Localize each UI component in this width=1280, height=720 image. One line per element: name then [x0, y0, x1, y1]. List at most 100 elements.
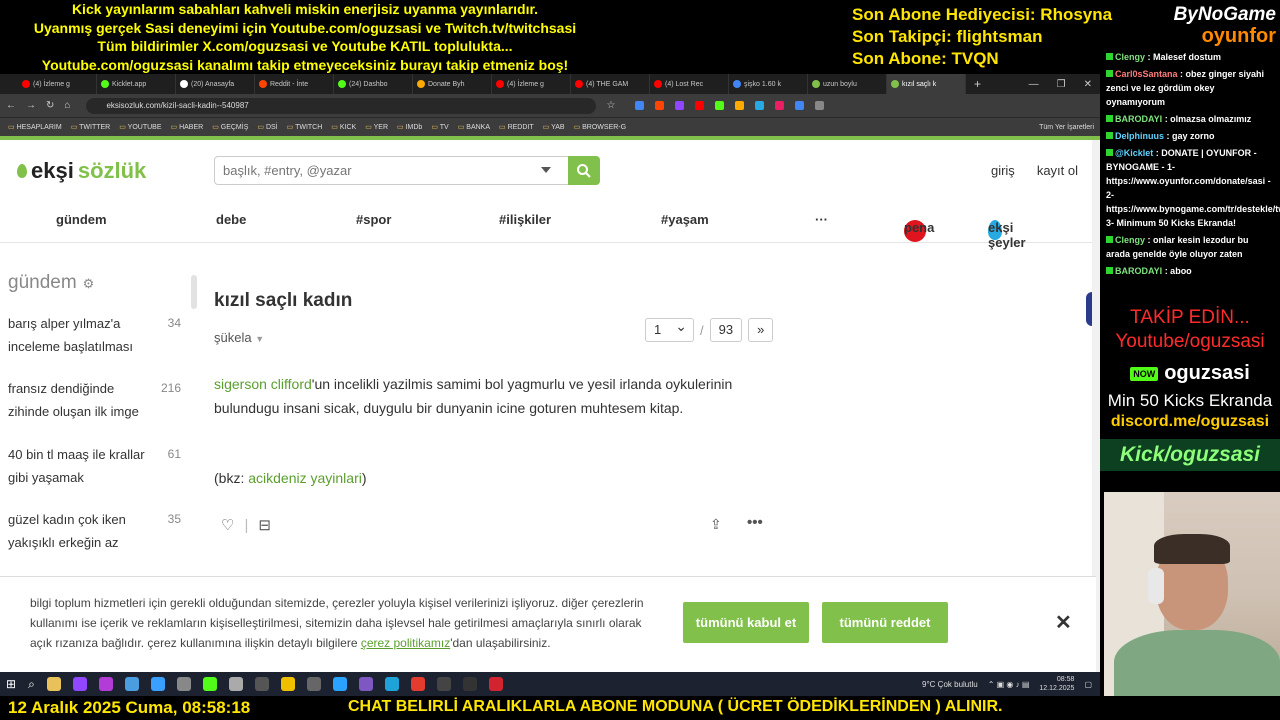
extension-icon[interactable] — [735, 101, 745, 110]
weather[interactable]: 9°C Çok bulutlu — [922, 680, 978, 689]
browser-tab[interactable]: şişko 1.60 k — [729, 74, 808, 94]
search-button[interactable] — [568, 156, 600, 185]
tray-icons[interactable]: ⌃ ▣ ◉ ♪ ▤ — [988, 680, 1030, 689]
sidebar-topic[interactable]: güzel kadın çok iken yakışıklı erkeğin a… — [8, 508, 193, 554]
maximize-icon[interactable]: ❐ — [1057, 79, 1066, 90]
app-icon[interactable] — [462, 677, 477, 691]
nav-debe[interactable]: debe — [216, 212, 246, 227]
extension-icon[interactable] — [695, 101, 705, 110]
sort-dropdown[interactable]: şükela ▼ — [214, 330, 264, 345]
extension-icon[interactable] — [775, 101, 785, 110]
bookmark-folder[interactable]: DSİ — [257, 123, 278, 131]
back-icon[interactable]: ← — [6, 100, 16, 111]
reject-all-button[interactable]: tümünü reddet — [822, 602, 948, 643]
extension-icon[interactable] — [675, 101, 685, 110]
app-icon[interactable] — [150, 677, 165, 691]
browser-tab[interactable]: Donate Byh — [413, 74, 492, 94]
bookmark-folder[interactable]: YER — [365, 123, 388, 131]
camera-icon[interactable] — [228, 677, 243, 691]
chrome-icon[interactable] — [410, 677, 425, 691]
sidebar-topic[interactable]: fransız dendiğinde zihinde oluşan ilk im… — [8, 377, 193, 423]
app-icon[interactable] — [254, 677, 269, 691]
bookmark-folder[interactable]: KICK — [331, 123, 356, 131]
extension-icon[interactable] — [655, 101, 665, 110]
sidebar-topic[interactable]: 40 bin tl maaş ile krallar gibi yaşamak … — [8, 443, 193, 489]
bookmark-folder[interactable]: HESAPLARIM — [8, 123, 62, 131]
share-icon[interactable]: ⇪ — [710, 516, 722, 533]
start-icon[interactable]: ⊞ — [6, 677, 16, 691]
browser-tab-active[interactable]: kızıl saçlı k — [887, 74, 966, 94]
app-icon[interactable] — [280, 677, 295, 691]
home-icon[interactable]: ⌂ — [64, 100, 70, 111]
nav-gundem[interactable]: gündem — [56, 212, 107, 227]
nav-yasam[interactable]: #yaşam — [661, 212, 709, 227]
close-icon[interactable]: ✕ — [1084, 79, 1092, 90]
bookmark-folder[interactable]: REDDIT — [499, 123, 534, 131]
all-bookmarks[interactable]: Tüm Yer İşaretleri — [1039, 124, 1100, 131]
sidebar-topic[interactable]: barış alper yılmaz'a inceleme başlatılma… — [8, 312, 193, 358]
browser-tab[interactable]: Kicklet.app — [97, 74, 176, 94]
sidebar-scrollbar[interactable] — [191, 275, 197, 309]
search-input[interactable] — [214, 156, 569, 185]
more-icon[interactable]: ••• — [747, 514, 763, 531]
bookmark-folder[interactable]: YOUTUBE — [119, 123, 162, 131]
app-icon[interactable] — [488, 677, 503, 691]
chevron-down-icon[interactable] — [541, 167, 551, 173]
search-icon[interactable]: ⌕ — [28, 677, 35, 692]
minus-square-icon[interactable]: ⊟ — [258, 516, 271, 534]
bookmark-folder[interactable]: BROWSER-G — [574, 123, 626, 131]
bookmark-star-icon[interactable]: ☆ — [606, 100, 615, 111]
topic-title[interactable]: kızıl saçlı kadın — [214, 290, 352, 312]
bookmark-folder[interactable]: TWITTER — [71, 123, 110, 131]
extension-icon[interactable] — [795, 101, 805, 110]
browser-tab[interactable]: (4) İzleme g — [18, 74, 97, 94]
app-icon[interactable] — [124, 677, 139, 691]
app-icon[interactable] — [332, 677, 347, 691]
app-icon[interactable] — [176, 677, 191, 691]
clock[interactable]: 08:58 12.12.2025 — [1039, 675, 1074, 693]
login-link[interactable]: giriş — [991, 163, 1015, 178]
app-icon[interactable] — [98, 677, 113, 691]
heart-icon[interactable]: ♡ — [221, 516, 234, 534]
bkz-link[interactable]: acikdeniz yayinlari — [248, 470, 362, 486]
bookmark-folder[interactable]: IMDb — [397, 123, 423, 131]
browser-tab[interactable]: (4) THE GAM — [571, 74, 650, 94]
nav-iliskiler[interactable]: #ilişkiler — [499, 212, 551, 227]
last-page-button[interactable]: 93 — [709, 318, 743, 342]
app-icon[interactable] — [358, 677, 373, 691]
bookmark-folder[interactable]: GEÇMİŞ — [212, 123, 249, 131]
nav-spor[interactable]: #spor — [356, 212, 391, 227]
bookmark-folder[interactable]: BANKA — [458, 123, 490, 131]
browser-tab[interactable]: (4) İzleme g — [492, 74, 571, 94]
reload-icon[interactable]: ↻ — [46, 100, 54, 111]
browser-tab[interactable]: (20) Anasayfa — [176, 74, 255, 94]
close-icon[interactable]: ✕ — [1055, 610, 1072, 635]
file-explorer-icon[interactable] — [46, 677, 61, 691]
notification-icon[interactable]: ▢ — [1084, 680, 1092, 689]
app-icon[interactable] — [306, 677, 321, 691]
page-select[interactable]: 1 — [645, 318, 694, 342]
entry-link[interactable]: sigerson clifford — [214, 376, 312, 392]
register-link[interactable]: kayıt ol — [1037, 163, 1078, 178]
gear-icon[interactable]: ⚙ — [83, 276, 95, 291]
app-icon[interactable] — [72, 677, 87, 691]
url-field[interactable]: eksisozluk.com/kizil-sacli-kadin--540987 — [86, 97, 597, 114]
app-icon[interactable] — [436, 677, 451, 691]
site-logo[interactable]: ekşi sözlük — [17, 158, 146, 184]
sidebar-title[interactable]: gündem ⚙ — [8, 272, 94, 294]
new-tab-button[interactable]: + — [974, 77, 981, 91]
next-page-button[interactable]: » — [748, 318, 774, 342]
bookmark-folder[interactable]: YAB — [543, 123, 565, 131]
forward-icon[interactable]: → — [26, 100, 36, 111]
browser-tab[interactable]: uzun boylu — [808, 74, 887, 94]
bookmark-folder[interactable]: TWITCH — [287, 123, 322, 131]
extension-icon[interactable] — [715, 101, 725, 110]
bookmark-folder[interactable]: TV — [431, 123, 449, 131]
nav-more[interactable]: ··· — [815, 212, 828, 227]
browser-tab[interactable]: (24) Dashbo — [334, 74, 413, 94]
app-icon[interactable] — [202, 677, 217, 691]
extension-icon[interactable] — [755, 101, 765, 110]
accept-all-button[interactable]: tümünü kabul et — [683, 602, 809, 643]
minimize-icon[interactable]: — — [1029, 79, 1039, 90]
browser-tab[interactable]: (4) Lost Rec — [650, 74, 729, 94]
